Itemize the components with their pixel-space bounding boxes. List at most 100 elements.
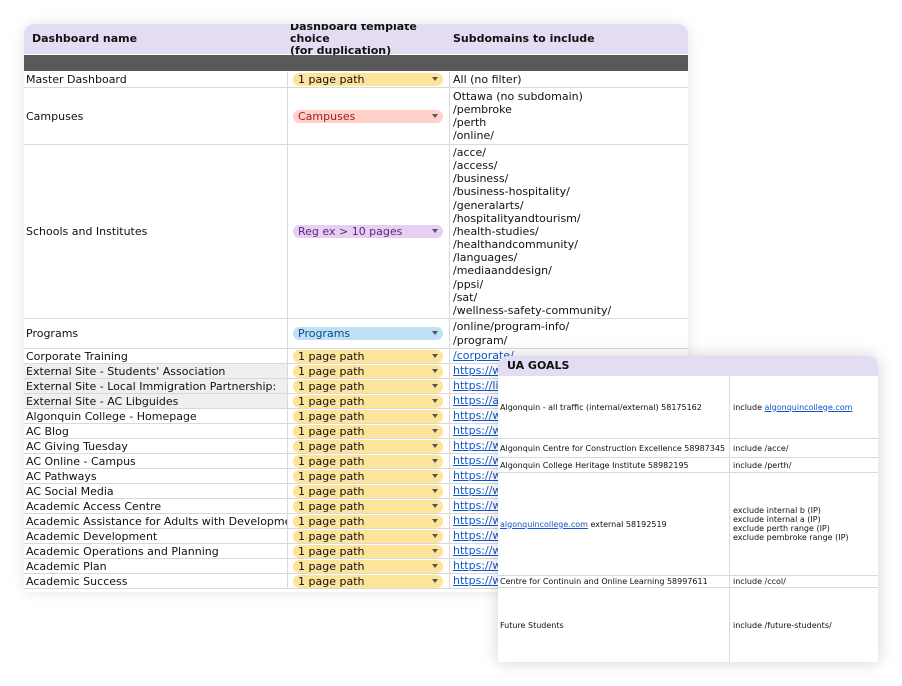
subdomain-item: Ottawa (no subdomain): [453, 89, 583, 103]
template-choice-dropdown[interactable]: 1 page path: [293, 424, 443, 438]
template-choice-cell: 1 page path: [288, 544, 450, 558]
dropdown-arrow-icon[interactable]: [432, 548, 438, 553]
dashboard-name-cell[interactable]: Algonquin College - Homepage: [24, 409, 288, 423]
goal-filter-cell[interactable]: include /future-students/: [730, 588, 878, 662]
template-choice-label: 1 page path: [298, 349, 365, 363]
goal-filter-cell[interactable]: exclude internal b (IP) exclude internal …: [730, 473, 878, 575]
template-choice-label: 1 page path: [298, 484, 365, 498]
template-choice-dropdown[interactable]: 1 page path: [293, 364, 443, 378]
goal-name-cell[interactable]: Algonquin Centre for Construction Excell…: [498, 439, 730, 457]
dashboard-name-cell[interactable]: AC Blog: [24, 424, 288, 438]
dashboard-name-cell[interactable]: AC Social Media: [24, 484, 288, 498]
dropdown-arrow-icon[interactable]: [432, 77, 438, 81]
dropdown-arrow-icon[interactable]: [432, 229, 438, 233]
template-choice-dropdown[interactable]: 1 page path: [293, 469, 443, 483]
dropdown-arrow-icon[interactable]: [432, 331, 438, 335]
dropdown-arrow-icon[interactable]: [432, 428, 438, 433]
dashboard-name-cell[interactable]: Corporate Training: [24, 349, 288, 363]
subdomain-item: /program/: [453, 333, 508, 347]
subdomain-item: /pembroke: [453, 102, 512, 116]
dashboard-name-cell[interactable]: AC Pathways: [24, 469, 288, 483]
dashboard-name-cell[interactable]: Master Dashboard: [24, 72, 288, 87]
dropdown-arrow-icon[interactable]: [432, 353, 438, 358]
goal-row: Future Students include /future-students/: [498, 588, 878, 662]
dashboard-name-cell[interactable]: Academic Access Centre: [24, 499, 288, 513]
dashboard-name-cell[interactable]: External Site - AC Libguides: [24, 394, 288, 408]
dropdown-arrow-icon[interactable]: [432, 368, 438, 373]
goal-name-line: Algonquin - all traffic (internal/extern…: [500, 403, 729, 412]
dashboard-name-cell[interactable]: Academic Success: [24, 574, 288, 588]
subdomain-item: /acce/: [453, 145, 487, 159]
goal-filter-cell[interactable]: include /ccol/: [730, 576, 878, 587]
dropdown-arrow-icon[interactable]: [432, 113, 438, 118]
template-choice-dropdown[interactable]: Reg ex > 10 pages: [293, 225, 443, 238]
template-choice-dropdown[interactable]: 1 page path: [293, 349, 443, 363]
dashboard-name-cell[interactable]: Academic Development: [24, 529, 288, 543]
goal-name-cell[interactable]: Algonquin College Heritage Institute 589…: [498, 458, 730, 472]
template-choice-dropdown[interactable]: 1 page path: [293, 73, 443, 86]
dashboard-name-cell[interactable]: Campuses: [24, 88, 288, 144]
goal-filter-cell[interactable]: include /acce/: [730, 439, 878, 457]
goal-text: Centre for Continuin and Online Learning…: [500, 577, 708, 586]
dashboard-name-cell[interactable]: External Site - Local Immigration Partne…: [24, 379, 288, 393]
dashboard-name-cell[interactable]: Academic Operations and Planning: [24, 544, 288, 558]
goal-filter-cell[interactable]: include /perth/: [730, 458, 878, 472]
dashboard-name-cell[interactable]: Programs: [24, 319, 288, 348]
dashboard-name-cell[interactable]: External Site - Students' Association: [24, 364, 288, 378]
template-choice-label: 1 page path: [298, 454, 365, 468]
template-choice-cell: Campuses: [288, 88, 450, 144]
template-choice-dropdown[interactable]: 1 page path: [293, 574, 443, 588]
goal-name-cell[interactable]: Future Students: [498, 588, 730, 662]
goal-name-cell[interactable]: Centre for Continuin and Online Learning…: [498, 576, 730, 587]
goal-filter-line: exclude pembroke range (IP): [733, 533, 878, 542]
dashboard-name-cell[interactable]: Schools and Institutes: [24, 145, 288, 318]
template-choice-dropdown[interactable]: Campuses: [293, 109, 443, 123]
template-choice-dropdown[interactable]: 1 page path: [293, 529, 443, 543]
template-choice-dropdown[interactable]: 1 page path: [293, 439, 443, 453]
template-choice-dropdown[interactable]: 1 page path: [293, 559, 443, 573]
template-choice-cell: 1 page path: [288, 469, 450, 483]
dropdown-arrow-icon[interactable]: [432, 398, 438, 403]
template-choice-dropdown[interactable]: 1 page path: [293, 499, 443, 513]
dropdown-arrow-icon[interactable]: [432, 383, 438, 388]
dashboard-name-cell[interactable]: AC Giving Tuesday: [24, 439, 288, 453]
template-choice-dropdown[interactable]: 1 page path: [293, 379, 443, 393]
header-subdomains: Subdomains to include: [453, 32, 595, 45]
dropdown-arrow-icon[interactable]: [432, 533, 438, 538]
template-choice-dropdown[interactable]: 1 page path: [293, 514, 443, 528]
dashboard-name-cell[interactable]: Academic Assistance for Adults with Deve…: [24, 514, 288, 528]
goal-row: Algonquin Centre for Construction Excell…: [498, 439, 878, 458]
goal-link[interactable]: algonquincollege.com: [765, 403, 853, 412]
template-choice-dropdown[interactable]: 1 page path: [293, 394, 443, 408]
template-choice-dropdown[interactable]: 1 page path: [293, 409, 443, 423]
dashboard-name-cell[interactable]: AC Online - Campus: [24, 454, 288, 468]
template-choice-dropdown[interactable]: 1 page path: [293, 484, 443, 498]
subdomains-cell: /online/program-info//program/: [450, 319, 688, 348]
dropdown-arrow-icon[interactable]: [432, 413, 438, 418]
goal-name-cell[interactable]: algonquincollege.com external 58192519: [498, 473, 730, 575]
goal-name-cell[interactable]: Algonquin - all traffic (internal/extern…: [498, 376, 730, 438]
goal-filter-line: exclude internal a (IP): [733, 515, 878, 524]
template-choice-cell: 1 page path: [288, 394, 450, 408]
goal-text: include /acce/: [733, 443, 789, 453]
dropdown-arrow-icon[interactable]: [432, 563, 438, 568]
dropdown-arrow-icon[interactable]: [432, 488, 438, 493]
goal-row: Algonquin - all traffic (internal/extern…: [498, 376, 878, 439]
dropdown-arrow-icon[interactable]: [432, 473, 438, 478]
template-choice-cell: 1 page path: [288, 364, 450, 378]
template-choice-dropdown[interactable]: 1 page path: [293, 544, 443, 558]
dropdown-arrow-icon[interactable]: [432, 443, 438, 448]
dashboard-name-cell[interactable]: Academic Plan: [24, 559, 288, 573]
dropdown-arrow-icon[interactable]: [432, 578, 438, 583]
template-choice-dropdown[interactable]: 1 page path: [293, 454, 443, 468]
dropdown-arrow-icon[interactable]: [432, 503, 438, 508]
goal-link[interactable]: algonquincollege.com: [500, 520, 588, 529]
template-choice-label: 1 page path: [298, 409, 365, 423]
dropdown-arrow-icon[interactable]: [432, 518, 438, 523]
template-choice-dropdown[interactable]: Programs: [293, 327, 443, 340]
template-choice-cell: 1 page path: [288, 424, 450, 438]
goal-filter-cell[interactable]: include algonquincollege.com: [730, 376, 878, 438]
subdomains-cell: All (no filter): [450, 72, 688, 87]
template-choice-cell: 1 page path: [288, 529, 450, 543]
dropdown-arrow-icon[interactable]: [432, 458, 438, 463]
